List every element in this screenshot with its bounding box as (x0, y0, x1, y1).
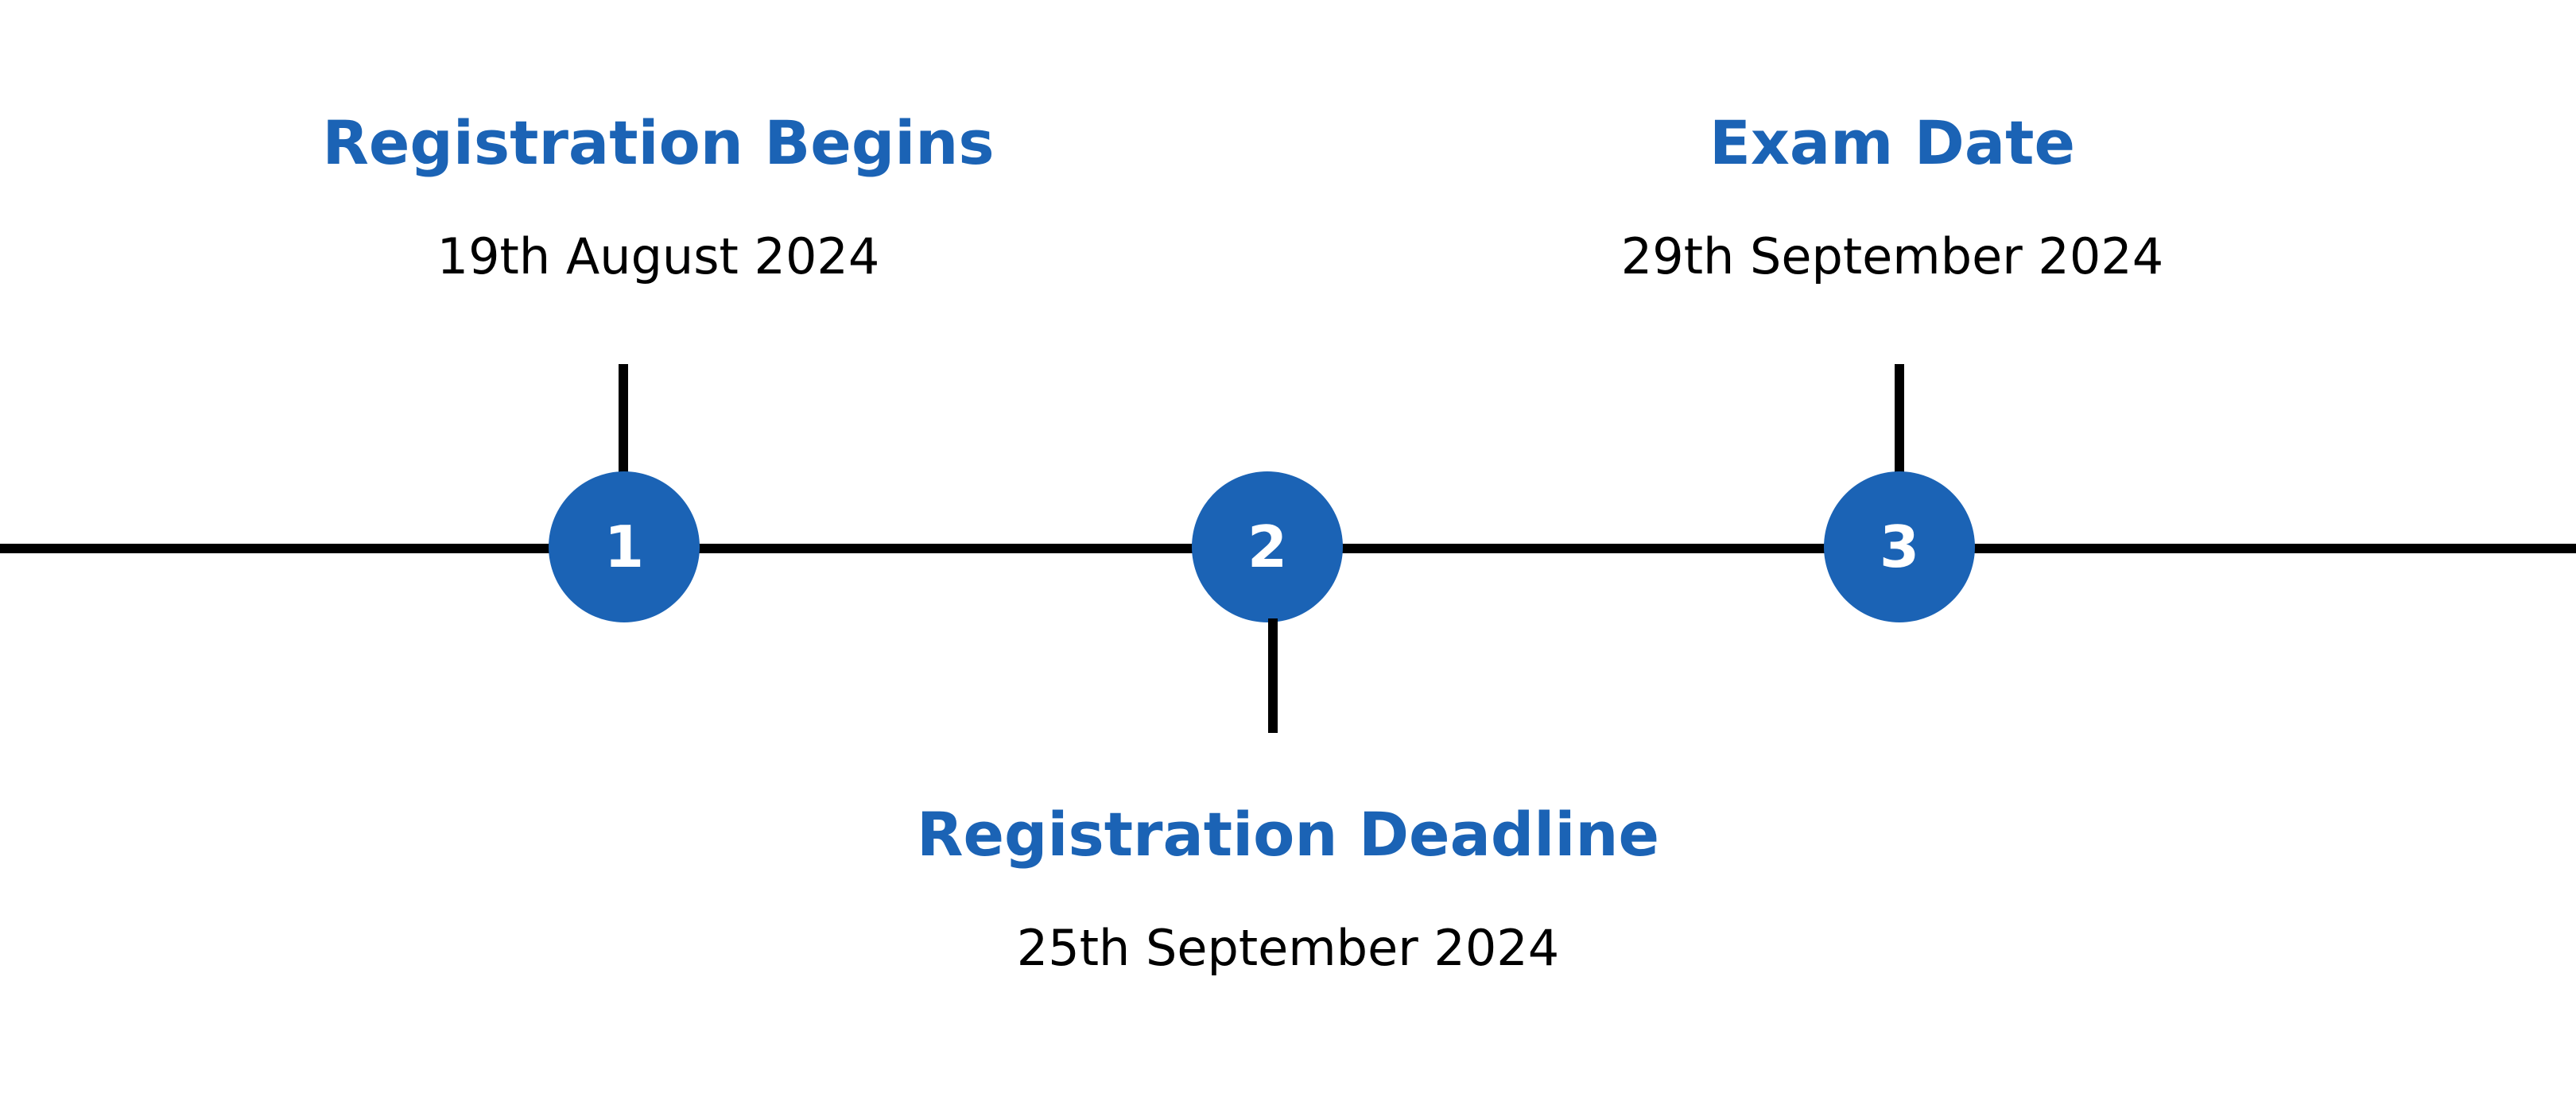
event-3-marker: 3 (1824, 471, 1975, 622)
event-1-label: Registration Begins 19th August 2024 (261, 113, 1056, 281)
event-3-title: Exam Date (1709, 107, 2076, 178)
event-2-connector (1268, 618, 1278, 733)
event-1-date: 19th August 2024 (436, 227, 880, 285)
event-3-label: Exam Date 29th September 2024 (1495, 113, 2290, 281)
event-1-number: 1 (603, 514, 645, 580)
event-1-title: Registration Begins (322, 107, 995, 178)
event-3-connector (1895, 364, 1904, 475)
event-1-marker: 1 (549, 471, 700, 622)
event-2-title: Registration Deadline (916, 799, 1660, 870)
event-3-date: 29th September 2024 (1620, 227, 2164, 285)
event-3-number: 3 (1879, 514, 1920, 580)
event-2-date: 25th September 2024 (1016, 919, 1560, 977)
event-2-number: 2 (1247, 514, 1288, 580)
event-2-label: Registration Deadline 25th September 202… (890, 804, 1686, 973)
event-1-connector (619, 364, 628, 475)
event-2-marker: 2 (1192, 471, 1343, 622)
